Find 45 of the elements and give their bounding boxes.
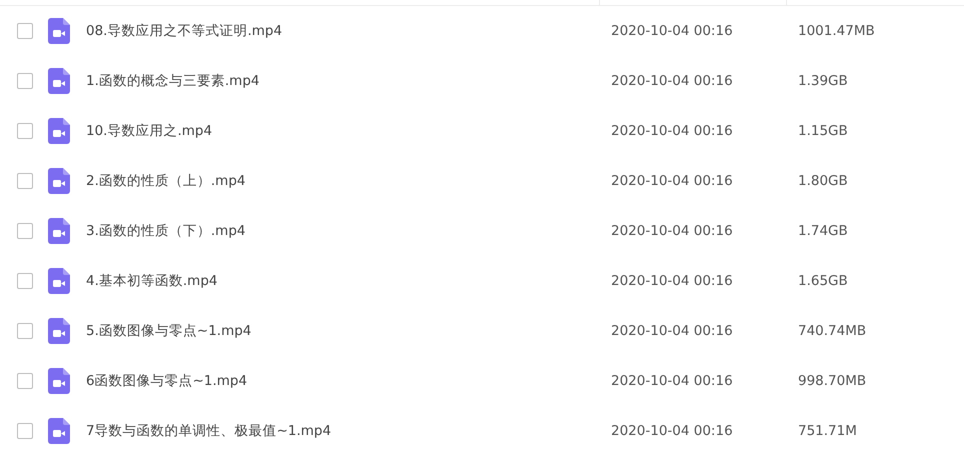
video-file-icon bbox=[48, 368, 70, 394]
video-file-icon bbox=[48, 318, 70, 344]
checkbox[interactable] bbox=[17, 323, 33, 339]
modified-date: 2020-10-04 00:16 bbox=[610, 423, 733, 439]
modified-date: 2020-10-04 00:16 bbox=[610, 173, 733, 189]
file-name[interactable]: 5.函数图像与零点~1.mp4 bbox=[86, 322, 252, 340]
video-file-icon bbox=[48, 18, 70, 44]
file-size: 740.74MB bbox=[797, 323, 866, 339]
checkbox[interactable] bbox=[17, 223, 33, 239]
video-file-icon bbox=[48, 268, 70, 294]
file-size: 1.65GB bbox=[797, 273, 848, 289]
file-size: 751.71M bbox=[797, 423, 857, 439]
file-size: 1.74GB bbox=[797, 223, 848, 239]
video-file-icon bbox=[48, 218, 70, 244]
modified-date: 2020-10-04 00:16 bbox=[610, 323, 733, 339]
modified-date: 2020-10-04 00:16 bbox=[610, 373, 733, 389]
file-name[interactable]: 10.导数应用之.mp4 bbox=[86, 122, 212, 140]
checkbox[interactable] bbox=[17, 73, 33, 89]
file-size: 1.80GB bbox=[797, 173, 848, 189]
file-size: 1.39GB bbox=[797, 73, 848, 89]
file-size: 1001.47MB bbox=[797, 23, 875, 39]
file-name[interactable]: 6函数图像与零点~1.mp4 bbox=[86, 372, 248, 390]
file-name[interactable]: 08.导数应用之不等式证明.mp4 bbox=[86, 22, 282, 40]
checkbox[interactable] bbox=[17, 373, 33, 389]
file-name[interactable]: 1.函数的概念与三要素.mp4 bbox=[86, 72, 260, 90]
checkbox[interactable] bbox=[17, 423, 33, 439]
modified-date: 2020-10-04 00:16 bbox=[610, 73, 733, 89]
file-name[interactable]: 4.基本初等函数.mp4 bbox=[86, 272, 218, 290]
file-size: 1.15GB bbox=[797, 123, 848, 139]
file-name[interactable]: 3.函数的性质（下）.mp4 bbox=[86, 222, 246, 240]
modified-date: 2020-10-04 00:16 bbox=[610, 123, 733, 139]
video-file-icon bbox=[48, 68, 70, 94]
video-file-icon bbox=[48, 168, 70, 194]
file-size: 998.70MB bbox=[797, 373, 866, 389]
video-file-icon bbox=[48, 118, 70, 144]
checkbox[interactable] bbox=[17, 173, 33, 189]
checkbox[interactable] bbox=[17, 123, 33, 139]
file-name[interactable]: 2.函数的性质（上）.mp4 bbox=[86, 172, 246, 190]
file-name[interactable]: 7导数与函数的单调性、极最值~1.mp4 bbox=[86, 422, 332, 440]
modified-date: 2020-10-04 00:16 bbox=[610, 223, 733, 239]
checkbox[interactable] bbox=[17, 23, 33, 39]
modified-date: 2020-10-04 00:16 bbox=[610, 23, 733, 39]
checkbox[interactable] bbox=[17, 273, 33, 289]
modified-date: 2020-10-04 00:16 bbox=[610, 273, 733, 289]
video-file-icon bbox=[48, 418, 70, 444]
